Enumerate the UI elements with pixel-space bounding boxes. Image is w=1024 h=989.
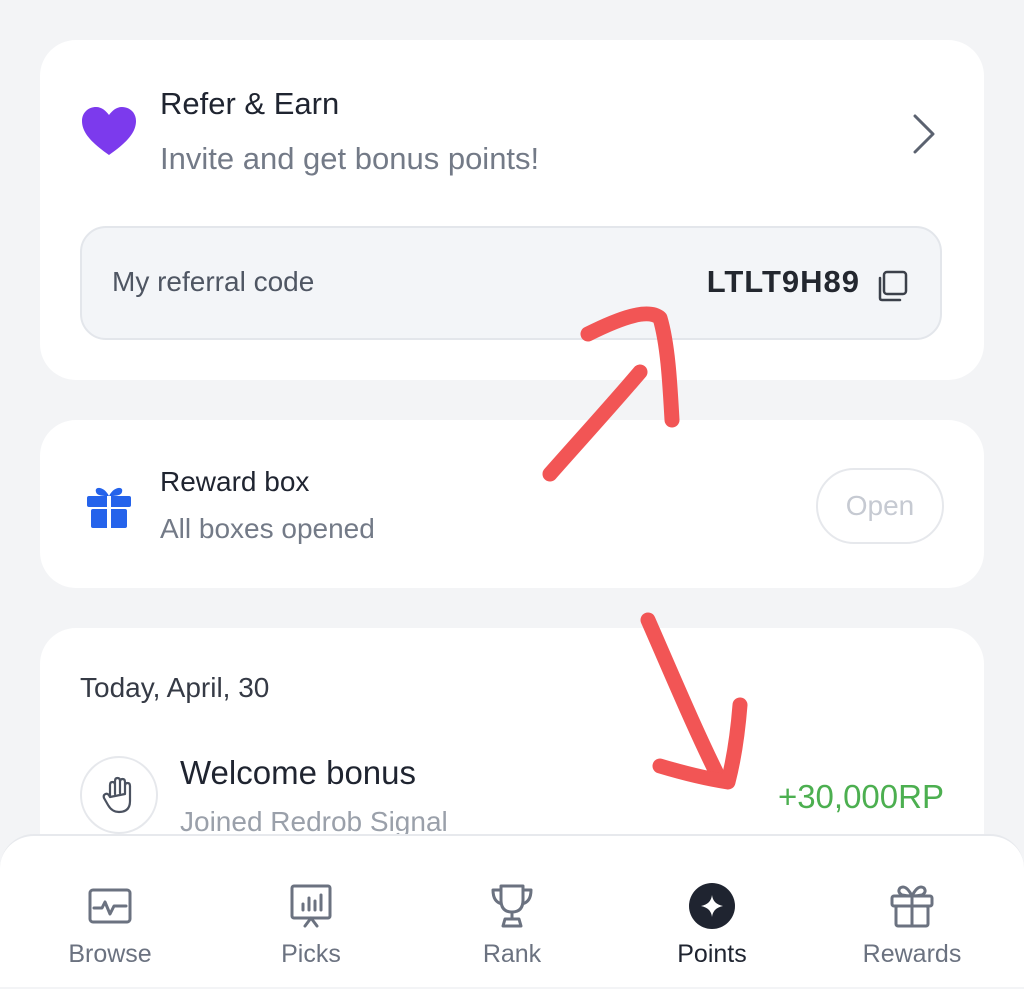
trophy-icon [491,884,533,928]
refer-subtitle: Invite and get bonus points! [160,141,540,176]
hand-icon [102,776,132,814]
chevron-right-icon[interactable] [906,112,942,156]
gift-icon [87,487,131,528]
nav-label-rewards: Rewards [862,940,962,968]
referral-code-value[interactable]: LTLT9H89 [707,264,860,300]
nav-item-rewards[interactable]: Rewards [812,836,1012,989]
nav-item-picks[interactable]: Picks [211,836,411,989]
history-date: Today, April, 30 [80,672,270,703]
refer-title: Refer & Earn [160,86,340,121]
nav-label-points: Points [677,940,747,968]
history-item-title: Welcome bonus [180,754,417,791]
referral-code-label: My referral code [112,266,315,297]
nav-item-points[interactable]: Points [612,836,812,989]
reward-box-subtitle: All boxes opened [160,513,375,544]
points-icon [689,883,735,929]
heart-icon [82,107,136,155]
rewards-gift-icon [890,885,934,928]
history-item-amount: +30,000RP [777,778,944,815]
bottom-nav: Browse Picks Rank Points Rewards [0,834,1024,987]
nav-item-browse[interactable]: Browse [10,836,210,989]
browse-icon [88,888,132,924]
nav-label-rank: Rank [482,940,542,968]
open-reward-button[interactable]: Open [816,468,944,544]
copy-icon[interactable] [874,268,910,304]
reward-box-title: Reward box [160,466,310,497]
nav-item-rank[interactable]: Rank [412,836,612,989]
picks-icon [290,884,332,928]
nav-label-browse: Browse [68,940,152,968]
nav-label-picks: Picks [281,940,341,968]
